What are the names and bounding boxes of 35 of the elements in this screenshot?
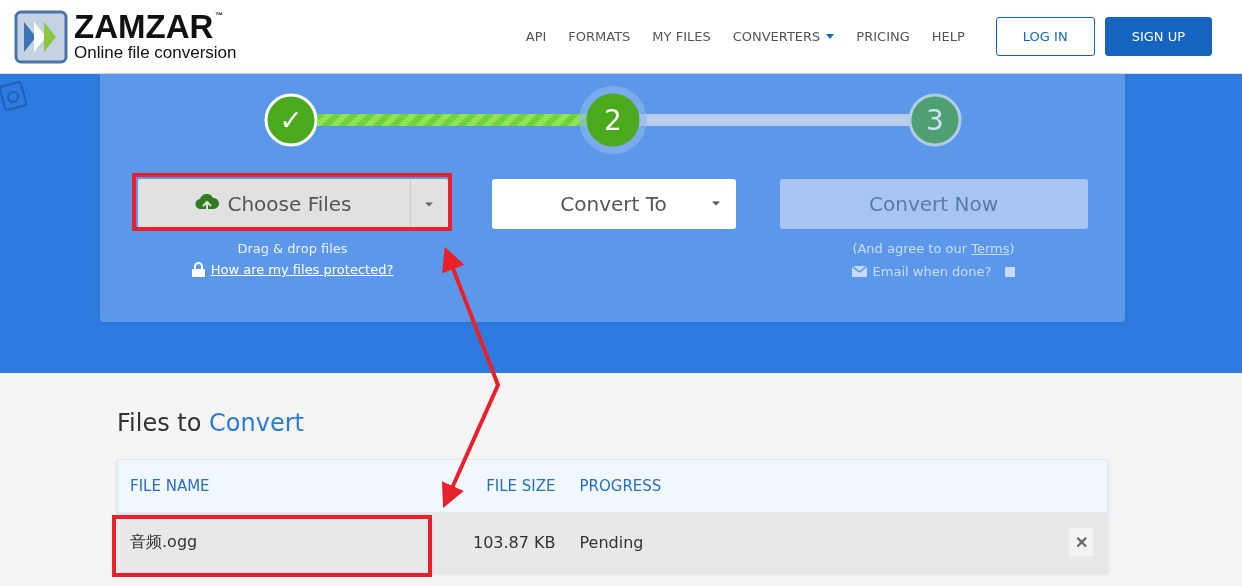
brand-name: ZAMZAR [74, 10, 214, 43]
file-name: 音频.ogg [129, 531, 199, 553]
column-header: FILE SIZE [485, 477, 557, 495]
convert-to-select[interactable]: Convert To [491, 179, 736, 229]
log-in-button[interactable]: LOG IN [995, 17, 1095, 56]
drag-drop-hint: Drag & drop files [237, 241, 348, 256]
email-label: Email when done? [872, 264, 992, 279]
envelope-icon [851, 266, 867, 277]
step-circle [908, 93, 961, 147]
camera-icon [0, 78, 28, 114]
step-label: ✓ [278, 104, 303, 137]
file-size: 103.87 KB [471, 532, 557, 552]
lock-icon [191, 262, 205, 277]
sign-up-button[interactable]: SIGN UP [1104, 17, 1212, 56]
remove-button[interactable]: ✕ [1069, 528, 1093, 556]
column-header: FILE NAME [129, 477, 211, 495]
step-circle [586, 93, 639, 147]
step-circle [264, 93, 317, 147]
column-header: PROGRESS [578, 477, 663, 495]
step-label: 2 [603, 104, 622, 137]
trademark: ™ [215, 10, 224, 21]
nav-link[interactable]: MY FILES [641, 29, 722, 44]
nav-link[interactable]: HELP [920, 29, 976, 44]
section-title: Files to Convert [117, 409, 305, 437]
progress-status: Pending [578, 532, 645, 552]
step-label: 3 [925, 104, 944, 137]
terms-note: (And agree to our Terms) [852, 241, 1015, 256]
tagline: Online file conversion [74, 42, 237, 63]
nav-link[interactable]: API [514, 29, 558, 44]
nav-link[interactable]: FORMATS [557, 29, 642, 44]
caret-icon [711, 201, 720, 206]
caret-icon [425, 201, 433, 207]
logo-icon [14, 9, 68, 64]
nav-link[interactable]: CONVERTERS [721, 29, 846, 44]
nav-link[interactable]: PRICING [845, 29, 921, 44]
